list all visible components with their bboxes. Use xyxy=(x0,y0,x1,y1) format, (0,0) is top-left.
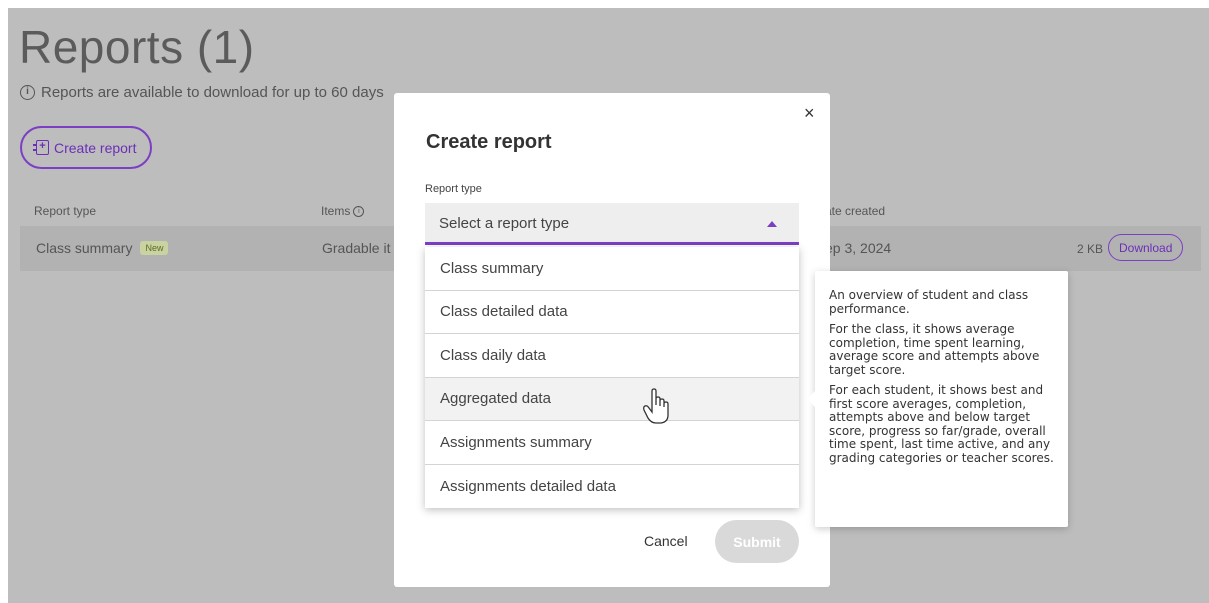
create-report-button[interactable]: + Create report xyxy=(20,126,153,169)
dialog-title: Create report xyxy=(426,131,552,153)
date-created-cell: ep 3, 2024 xyxy=(825,240,892,256)
items-header-label: Items xyxy=(321,204,351,218)
report-type-label: Report type xyxy=(425,183,482,195)
option-class-detailed-data[interactable]: Class detailed data xyxy=(425,291,799,334)
cancel-button[interactable]: Cancel xyxy=(644,533,688,549)
file-size-cell: 2 KB xyxy=(1077,242,1104,256)
info-icon: i xyxy=(20,85,35,100)
column-header-items: Items i xyxy=(321,204,365,218)
report-type-options: Class summary Class detailed data Class … xyxy=(425,247,799,508)
items-cell: Gradable it xyxy=(322,240,391,256)
close-icon[interactable]: × xyxy=(804,103,815,124)
option-assignments-summary[interactable]: Assignments summary xyxy=(425,421,799,465)
option-class-summary[interactable]: Class summary xyxy=(425,247,799,291)
tooltip-paragraph: An overview of student and class perform… xyxy=(829,288,1029,316)
download-button[interactable]: Download xyxy=(1108,234,1184,261)
add-report-icon: + xyxy=(33,140,49,155)
tooltip-paragraph: For each student, it shows best and firs… xyxy=(829,383,1054,465)
chevron-up-icon xyxy=(767,221,777,227)
new-badge: New xyxy=(140,241,169,255)
report-type-cell: Class summary New xyxy=(36,240,169,256)
report-type-select[interactable]: Select a report type xyxy=(425,203,799,245)
column-header-date-created: ate created xyxy=(825,204,886,218)
availability-note-text: Reports are available to download for up… xyxy=(41,84,384,101)
availability-note: i Reports are available to download for … xyxy=(20,84,384,101)
submit-button[interactable]: Submit xyxy=(715,520,799,563)
option-assignments-detailed-data[interactable]: Assignments detailed data xyxy=(425,465,799,509)
report-description-tooltip: An overview of student and class perform… xyxy=(807,271,1068,527)
tooltip-paragraph: For the class, it shows average completi… xyxy=(829,322,1040,377)
create-report-label: Create report xyxy=(54,139,137,156)
column-header-report-type: Report type xyxy=(34,204,97,218)
page-title: Reports (1) xyxy=(19,21,255,73)
select-placeholder: Select a report type xyxy=(439,215,570,232)
report-type-value: Class summary xyxy=(36,240,133,256)
option-aggregated-data[interactable]: Aggregated data xyxy=(425,377,799,421)
option-class-daily-data[interactable]: Class daily data xyxy=(425,334,799,378)
hand-pointer-icon xyxy=(643,388,669,424)
info-icon[interactable]: i xyxy=(353,205,365,217)
